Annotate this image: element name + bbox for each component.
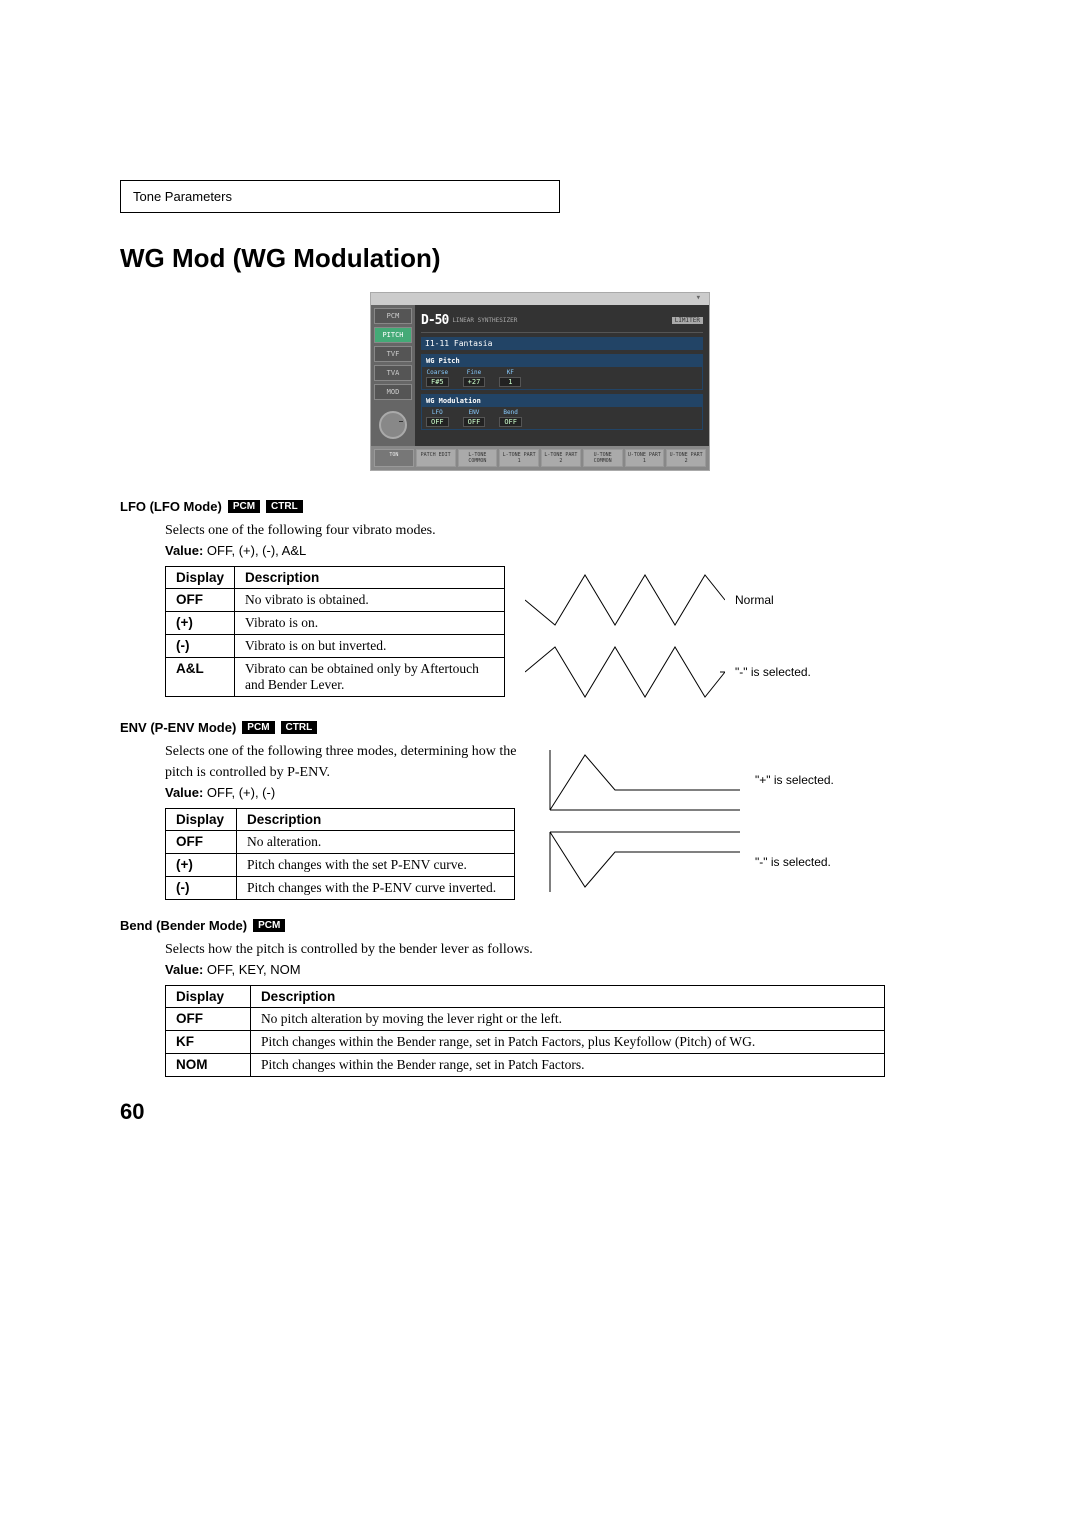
lfo-desc: Selects one of the following four vibrat…: [165, 520, 960, 541]
synth-patch-name: I1-11 Fantasia: [421, 337, 703, 350]
env-value: OFF, (+), (-): [207, 785, 275, 800]
env-heading: ENV (P-ENV Mode): [120, 720, 236, 735]
bottom-tab-ut2[interactable]: U-TONE PART 2: [666, 449, 706, 467]
bottom-tab-patch[interactable]: PATCH EDIT: [416, 449, 456, 467]
env-wave-minus: "-" is selected.: [545, 827, 960, 897]
bottom-tab-utc[interactable]: U-TONE COMMON: [583, 449, 623, 467]
bottom-tab-ltc[interactable]: L-TONE COMMON: [458, 449, 498, 467]
synth-logo-sub: LINEAR SYNTHESIZER: [452, 318, 517, 324]
wg-mod-lfo[interactable]: OFF: [426, 417, 449, 427]
bend-section: Bend (Bender Mode) PCM Selects how the p…: [120, 918, 960, 1077]
header-box: Tone Parameters: [120, 180, 560, 213]
lfo-section: LFO (LFO Mode) PCM CTRL Selects one of t…: [120, 499, 960, 702]
wg-mod-bend[interactable]: OFF: [499, 417, 522, 427]
synth-topbar: [371, 293, 709, 305]
wg-pitch-group: WG Pitch CoarseF#5 Fine+27 KF1: [421, 354, 703, 390]
synth-tab-pcm[interactable]: PCM: [374, 308, 412, 324]
ctrl-badge: CTRL: [281, 721, 318, 734]
lfo-table: DisplayDescription OFFNo vibrato is obta…: [165, 566, 505, 697]
synth-bottom-tabs: TON PATCH EDIT L-TONE COMMON L-TONE PART…: [371, 446, 709, 470]
synth-logo: D-50: [421, 313, 448, 328]
synth-tab-tvf[interactable]: TVF: [374, 346, 412, 362]
synth-side-tabs: PCM PITCH TVF TVA MOD: [371, 305, 415, 446]
pcm-badge: PCM: [242, 721, 274, 734]
lfo-value: OFF, (+), (-), A&L: [207, 543, 306, 558]
env-section: ENV (P-ENV Mode) PCM CTRL Selects one of…: [120, 720, 960, 900]
synth-tab-tva[interactable]: TVA: [374, 365, 412, 381]
env-table: DisplayDescription OFFNo alteration. (+)…: [165, 808, 515, 900]
page-title: WG Mod (WG Modulation): [120, 243, 960, 274]
bottom-tab-ut1[interactable]: U-TONE PART 1: [625, 449, 665, 467]
wg-pitch-coarse[interactable]: F#5: [426, 377, 449, 387]
env-desc: Selects one of the following three modes…: [165, 741, 525, 783]
header-text: Tone Parameters: [133, 189, 232, 204]
bend-heading: Bend (Bender Mode): [120, 918, 247, 933]
synth-tab-mod[interactable]: MOD: [374, 384, 412, 400]
bend-value: OFF, KEY, NOM: [207, 962, 301, 977]
wg-pitch-kf[interactable]: 1: [499, 377, 521, 387]
bottom-tab-lt1[interactable]: L-TONE PART 1: [499, 449, 539, 467]
limiter-badge: LIMITER: [672, 317, 703, 324]
bottom-tab-lt2[interactable]: L-TONE PART 2: [541, 449, 581, 467]
synth-knob[interactable]: [379, 411, 407, 439]
lfo-wave-minus: "-" is selected.: [525, 642, 960, 702]
wg-pitch-fine[interactable]: +27: [463, 377, 486, 387]
lfo-wave-normal: Normal: [525, 570, 960, 630]
ctrl-badge: CTRL: [266, 500, 303, 513]
bend-desc: Selects how the pitch is controlled by t…: [165, 939, 960, 960]
bottom-tab-ton[interactable]: TON: [374, 449, 414, 467]
env-wave-plus: "+" is selected.: [545, 745, 960, 815]
pcm-badge: PCM: [228, 500, 260, 513]
synth-screenshot: PCM PITCH TVF TVA MOD D-50 LINEAR SYNTHE…: [370, 292, 710, 471]
pcm-badge: PCM: [253, 919, 285, 932]
synth-tab-pitch[interactable]: PITCH: [374, 327, 412, 343]
lfo-heading: LFO (LFO Mode): [120, 499, 222, 514]
bend-table: DisplayDescription OFFNo pitch alteratio…: [165, 985, 885, 1077]
wg-mod-env[interactable]: OFF: [463, 417, 486, 427]
wg-mod-group: WG Modulation LFOOFF ENVOFF BendOFF: [421, 394, 703, 430]
page-number: 60: [120, 1099, 144, 1125]
